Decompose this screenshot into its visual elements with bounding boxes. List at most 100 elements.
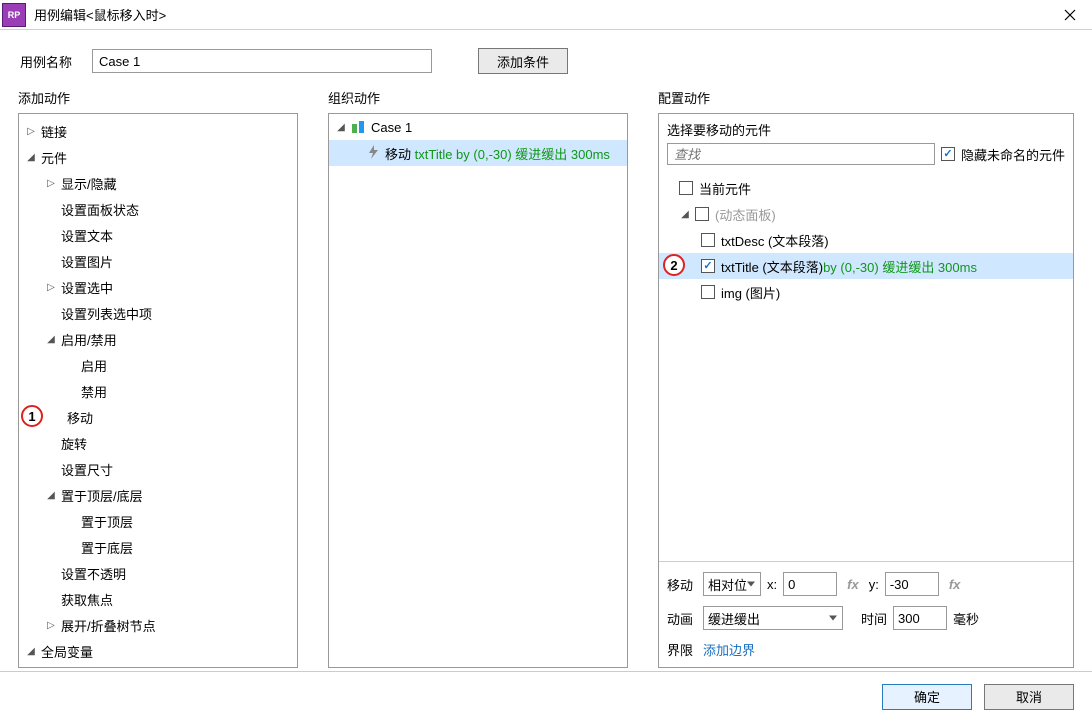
add-bounds-link[interactable]: 添加边界: [703, 640, 755, 659]
actions-tree-panel[interactable]: ▷ 链接 ◢ 元件 ▷显示/隐藏设置面板状态设置文本设置图片 ▷设置选中设置列表选中项 ◢ 启…: [18, 113, 298, 668]
widget-row[interactable]: img (图片): [659, 279, 1073, 305]
hide-unnamed-checkbox[interactable]: [941, 147, 955, 161]
action-tree-item[interactable]: 启用: [19, 352, 297, 378]
action-tree-item[interactable]: ◢ 元件: [19, 144, 297, 170]
action-tree-item[interactable]: 设置图片: [19, 248, 297, 274]
tree-item-label: 设置不透明: [61, 564, 126, 583]
action-tree-item[interactable]: ▷设置选中: [19, 274, 297, 300]
tree-item-label: 置于顶层/底层: [61, 486, 143, 505]
tree-item-label: 置于顶层: [81, 512, 133, 531]
case-label: Case 1: [371, 120, 412, 135]
action-tree-item[interactable]: ▷显示/隐藏: [19, 170, 297, 196]
action-tree-item[interactable]: 获取焦点: [19, 586, 297, 612]
tree-item-label: 禁用: [81, 382, 107, 401]
tree-item-label: 设置列表选中项: [61, 304, 152, 323]
widget-label: 当前元件: [699, 179, 751, 198]
widget-label: txtDesc (文本段落): [721, 231, 829, 250]
anim-label: 动画: [667, 609, 697, 628]
widget-checkbox[interactable]: [701, 285, 715, 299]
tree-item-label: 获取焦点: [61, 590, 113, 609]
tree-item-label: 展开/折叠树节点: [61, 616, 156, 635]
tree-item-label: 全局变量: [41, 642, 93, 661]
tree-toggle-icon[interactable]: ◢: [25, 646, 37, 657]
action-tree-item[interactable]: 设置尺寸: [19, 456, 297, 482]
close-button[interactable]: [1047, 0, 1092, 30]
fx-y-button[interactable]: fx: [945, 577, 965, 592]
tree-item-label: 设置面板状态: [61, 200, 139, 219]
case-row[interactable]: ◢ Case 1: [329, 114, 627, 140]
organize-heading: 组织动作: [328, 88, 628, 107]
action-label: 移动: [385, 144, 411, 163]
case-icon: [351, 120, 365, 134]
organize-panel: ◢ Case 1 移动 txtTitle by (0,-30) 缓进缓出 300…: [328, 113, 628, 668]
move-mode-select[interactable]: 相对位: [703, 572, 761, 596]
fx-x-button[interactable]: fx: [843, 577, 863, 592]
action-tree-item[interactable]: 设置文本: [19, 222, 297, 248]
action-tree-item[interactable]: 移动: [19, 404, 297, 430]
configure-subtitle: 选择要移动的元件: [659, 114, 1073, 143]
action-row[interactable]: 移动 txtTitle by (0,-30) 缓进缓出 300ms: [329, 140, 627, 166]
tree-item-label: 元件: [41, 148, 67, 167]
move-y-input[interactable]: [885, 572, 939, 596]
tree-toggle-icon[interactable]: ◢: [45, 334, 57, 345]
widget-tree: 当前元件 ◢ (动态面板) txtDesc (文本段落) txtTitle (文本…: [659, 171, 1073, 561]
action-tree-item[interactable]: 设置面板状态: [19, 196, 297, 222]
widget-row[interactable]: txtDesc (文本段落): [659, 227, 1073, 253]
app-icon: RP: [2, 3, 26, 27]
action-detail: txtTitle by (0,-30) 缓进缓出 300ms: [415, 144, 610, 163]
tree-item-label: 启用: [81, 356, 107, 375]
tree-item-label: 设置尺寸: [61, 460, 113, 479]
ok-button[interactable]: 确定: [882, 684, 972, 710]
hide-unnamed-label: 隐藏未命名的元件: [961, 145, 1065, 164]
action-tree-item[interactable]: 置于底层: [19, 534, 297, 560]
widget-toggle-icon[interactable]: ◢: [679, 209, 691, 220]
configure-panel: 选择要移动的元件 隐藏未命名的元件 当前元件 ◢ (动态面板) txtDesc (…: [658, 113, 1074, 668]
tree-item-label: 设置文本: [61, 226, 113, 245]
move-label: 移动: [667, 575, 697, 594]
action-tree-item[interactable]: ◢ 全局变量: [19, 638, 297, 664]
tree-item-label: 启用/禁用: [61, 330, 117, 349]
tree-toggle-icon[interactable]: ▷: [45, 178, 57, 189]
widget-label: txtTitle (文本段落): [721, 257, 823, 276]
add-condition-button[interactable]: 添加条件: [478, 48, 568, 74]
case-name-label: 用例名称: [20, 52, 82, 71]
action-tree-item[interactable]: 旋转: [19, 430, 297, 456]
tree-toggle-icon[interactable]: ▷: [45, 282, 57, 293]
easing-select[interactable]: 缓进缓出: [703, 606, 843, 630]
widget-checkbox[interactable]: [679, 181, 693, 195]
x-label: x:: [767, 577, 777, 592]
window-title: 用例编辑<鼠标移入时>: [34, 5, 1047, 24]
case-name-input[interactable]: [92, 49, 432, 73]
action-tree-item[interactable]: 禁用: [19, 378, 297, 404]
bolt-icon: [367, 145, 379, 162]
widget-checkbox[interactable]: [695, 207, 709, 221]
widget-label: img (图片): [721, 283, 780, 302]
action-tree-item[interactable]: ▷ 展开/折叠树节点: [19, 612, 297, 638]
action-tree-item[interactable]: ◢ 置于顶层/底层: [19, 482, 297, 508]
action-tree-item[interactable]: 设置列表选中项: [19, 300, 297, 326]
tree-item-label: 设置图片: [61, 252, 113, 271]
time-unit: 毫秒: [953, 609, 979, 628]
move-x-input[interactable]: [783, 572, 837, 596]
tree-item-label: 置于底层: [81, 538, 133, 557]
search-input[interactable]: [667, 143, 935, 165]
widget-checkbox[interactable]: [701, 259, 715, 273]
action-tree-item[interactable]: 设置不透明: [19, 560, 297, 586]
tree-toggle-icon[interactable]: ▷: [25, 126, 37, 137]
close-icon: [1064, 9, 1076, 21]
widget-row[interactable]: ◢ (动态面板): [659, 201, 1073, 227]
tree-item-label: 链接: [41, 122, 67, 141]
tree-toggle-icon[interactable]: ▷: [45, 620, 57, 631]
cancel-button[interactable]: 取消: [984, 684, 1074, 710]
anim-time-input[interactable]: [893, 606, 947, 630]
action-tree-item[interactable]: ▷ 链接: [19, 118, 297, 144]
widget-row[interactable]: 当前元件: [659, 175, 1073, 201]
tree-item-label: 移动: [67, 408, 93, 427]
action-tree-item[interactable]: ◢ 启用/禁用: [19, 326, 297, 352]
widget-row[interactable]: txtTitle (文本段落) by (0,-30) 缓进缓出 300ms: [659, 253, 1073, 279]
tree-toggle-icon[interactable]: ◢: [45, 490, 57, 501]
action-tree-item[interactable]: 置于顶层: [19, 508, 297, 534]
tree-toggle-icon[interactable]: ◢: [25, 152, 37, 163]
widget-checkbox[interactable]: [701, 233, 715, 247]
case-toggle-icon[interactable]: ◢: [335, 122, 347, 133]
